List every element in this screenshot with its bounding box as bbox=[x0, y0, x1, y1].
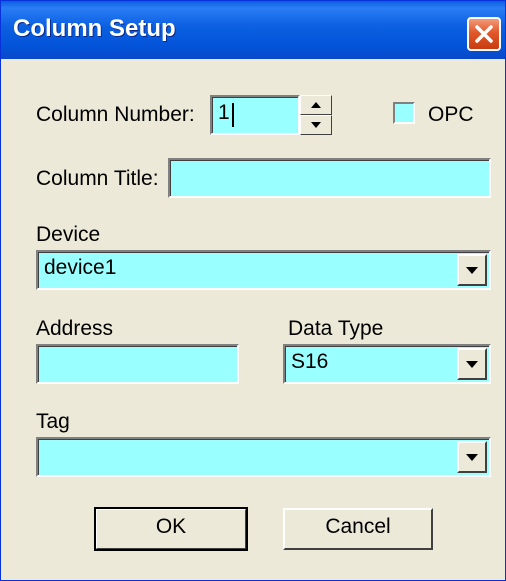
close-button[interactable] bbox=[467, 17, 501, 51]
chevron-down-icon bbox=[466, 361, 478, 368]
data-type-select[interactable]: S16 bbox=[283, 344, 491, 384]
address-input[interactable] bbox=[36, 344, 239, 384]
spin-up-button[interactable] bbox=[300, 95, 332, 115]
data-type-value: S16 bbox=[291, 350, 329, 373]
column-title-label: Column Title: bbox=[36, 167, 159, 190]
data-type-dropdown-button[interactable] bbox=[457, 348, 487, 380]
arrow-up-icon bbox=[311, 102, 321, 108]
close-icon bbox=[475, 25, 493, 43]
tag-dropdown-button[interactable] bbox=[457, 441, 487, 473]
device-label: Device bbox=[36, 223, 101, 246]
device-dropdown-button[interactable] bbox=[457, 254, 487, 286]
arrow-down-icon bbox=[311, 122, 321, 128]
data-type-label: Data Type bbox=[288, 317, 384, 340]
device-value: device1 bbox=[44, 256, 117, 279]
column-number-value: 1 bbox=[218, 101, 230, 124]
spin-down-button[interactable] bbox=[300, 115, 332, 135]
dialog-title: Column Setup bbox=[13, 15, 176, 42]
cancel-button-label: Cancel bbox=[325, 515, 391, 538]
column-number-label: Column Number: bbox=[36, 103, 195, 126]
column-setup-dialog: Column Setup Column Number: 1 OPC Column… bbox=[0, 0, 506, 581]
chevron-down-icon bbox=[466, 267, 478, 274]
column-title-input[interactable] bbox=[168, 158, 491, 198]
tag-label: Tag bbox=[36, 410, 70, 433]
address-label: Address bbox=[36, 317, 114, 340]
title-bar[interactable]: Column Setup bbox=[1, 1, 505, 59]
device-select[interactable]: device1 bbox=[36, 250, 491, 290]
column-number-spinner[interactable] bbox=[300, 95, 332, 135]
opc-checkbox[interactable] bbox=[393, 102, 415, 124]
opc-label[interactable]: OPC bbox=[428, 103, 474, 127]
ok-button[interactable]: OK bbox=[94, 507, 248, 551]
text-caret bbox=[232, 103, 234, 127]
chevron-down-icon bbox=[466, 454, 478, 461]
ok-button-label: OK bbox=[155, 515, 187, 538]
column-number-input[interactable]: 1 bbox=[210, 95, 300, 135]
cancel-button[interactable]: Cancel bbox=[283, 508, 433, 550]
tag-select[interactable] bbox=[36, 437, 491, 477]
